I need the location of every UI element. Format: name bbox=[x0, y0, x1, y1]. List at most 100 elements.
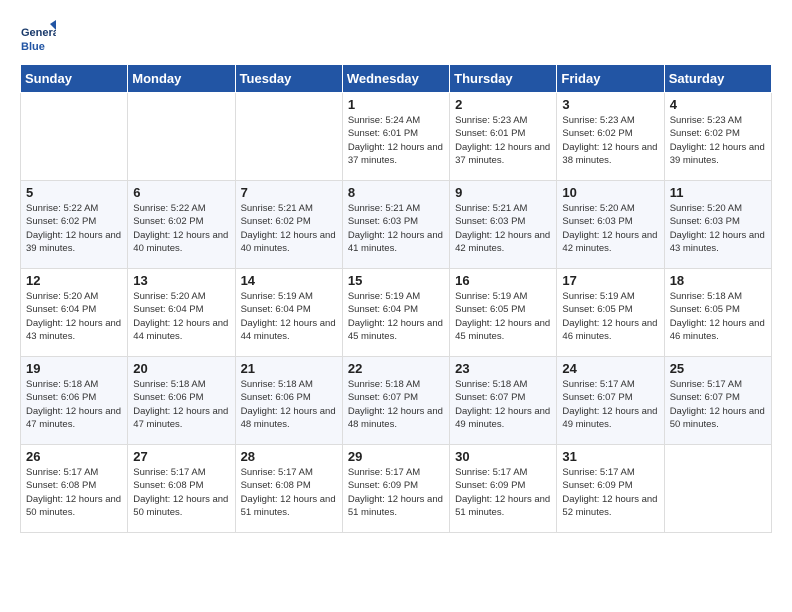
week-row-1: 5 Sunrise: 5:22 AM Sunset: 6:02 PM Daylig… bbox=[21, 181, 772, 269]
day-number: 12 bbox=[26, 273, 122, 288]
day-info: Sunrise: 5:18 AM Sunset: 6:07 PM Dayligh… bbox=[348, 378, 444, 431]
day-info: Sunrise: 5:17 AM Sunset: 6:09 PM Dayligh… bbox=[455, 466, 551, 519]
day-number: 7 bbox=[241, 185, 337, 200]
day-cell-12: 12Sunrise: 5:20 AM Sunset: 6:04 PM Dayli… bbox=[21, 269, 128, 357]
day-info: Sunrise: 5:20 AM Sunset: 6:03 PM Dayligh… bbox=[670, 202, 766, 255]
day-cell-19: 19Sunrise: 5:18 AM Sunset: 6:06 PM Dayli… bbox=[21, 357, 128, 445]
logo-svg: General Blue bbox=[20, 20, 56, 56]
day-info: Sunrise: 5:19 AM Sunset: 6:04 PM Dayligh… bbox=[241, 290, 337, 343]
day-cell-30: 30 Sunrise: 5:17 AM Sunset: 6:09 PM Dayli… bbox=[450, 445, 557, 533]
day-info: Sunrise: 5:23 AM Sunset: 6:02 PM Dayligh… bbox=[562, 114, 658, 167]
week-row-4: 26 Sunrise: 5:17 AM Sunset: 6:08 PM Dayli… bbox=[21, 445, 772, 533]
day-cell-29: 29 Sunrise: 5:17 AM Sunset: 6:09 PM Dayli… bbox=[342, 445, 449, 533]
day-info: Sunrise: 5:18 AM Sunset: 6:05 PM Dayligh… bbox=[670, 290, 766, 343]
day-number: 1 bbox=[348, 97, 444, 112]
day-info: Sunrise: 5:22 AM Sunset: 6:02 PM Dayligh… bbox=[26, 202, 122, 255]
day-cell-1: 1 Sunrise: 5:24 AM Sunset: 6:01 PM Daylig… bbox=[342, 93, 449, 181]
day-cell-20: 20 Sunrise: 5:18 AM Sunset: 6:06 PM Dayli… bbox=[128, 357, 235, 445]
day-number: 20 bbox=[133, 361, 229, 376]
day-cell-27: 27 Sunrise: 5:17 AM Sunset: 6:08 PM Dayli… bbox=[128, 445, 235, 533]
day-number: 9 bbox=[455, 185, 551, 200]
day-info: Sunrise: 5:21 AM Sunset: 6:02 PM Dayligh… bbox=[241, 202, 337, 255]
day-cell-31: 31 Sunrise: 5:17 AM Sunset: 6:09 PM Dayli… bbox=[557, 445, 664, 533]
day-info: Sunrise: 5:23 AM Sunset: 6:01 PM Dayligh… bbox=[455, 114, 551, 167]
day-cell-15: 15Sunrise: 5:19 AM Sunset: 6:04 PM Dayli… bbox=[342, 269, 449, 357]
day-info: Sunrise: 5:22 AM Sunset: 6:02 PM Dayligh… bbox=[133, 202, 229, 255]
day-number: 18 bbox=[670, 273, 766, 288]
header-wednesday: Wednesday bbox=[342, 65, 449, 93]
logo: General Blue bbox=[20, 20, 56, 56]
empty-cell bbox=[664, 445, 771, 533]
day-number: 31 bbox=[562, 449, 658, 464]
day-cell-28: 28Sunrise: 5:17 AM Sunset: 6:08 PM Dayli… bbox=[235, 445, 342, 533]
day-number: 30 bbox=[455, 449, 551, 464]
header-tuesday: Tuesday bbox=[235, 65, 342, 93]
day-cell-11: 11 Sunrise: 5:20 AM Sunset: 6:03 PM Dayli… bbox=[664, 181, 771, 269]
day-cell-23: 23 Sunrise: 5:18 AM Sunset: 6:07 PM Dayli… bbox=[450, 357, 557, 445]
day-cell-8: 8Sunrise: 5:21 AM Sunset: 6:03 PM Daylig… bbox=[342, 181, 449, 269]
calendar-table: SundayMondayTuesdayWednesdayThursdayFrid… bbox=[20, 64, 772, 533]
day-info: Sunrise: 5:19 AM Sunset: 6:04 PM Dayligh… bbox=[348, 290, 444, 343]
day-info: Sunrise: 5:17 AM Sunset: 6:09 PM Dayligh… bbox=[562, 466, 658, 519]
page-header: General Blue bbox=[20, 20, 772, 56]
day-info: Sunrise: 5:18 AM Sunset: 6:06 PM Dayligh… bbox=[241, 378, 337, 431]
day-cell-9: 9 Sunrise: 5:21 AM Sunset: 6:03 PM Daylig… bbox=[450, 181, 557, 269]
header-saturday: Saturday bbox=[664, 65, 771, 93]
day-cell-2: 2 Sunrise: 5:23 AM Sunset: 6:01 PM Daylig… bbox=[450, 93, 557, 181]
day-number: 21 bbox=[241, 361, 337, 376]
day-info: Sunrise: 5:20 AM Sunset: 6:04 PM Dayligh… bbox=[133, 290, 229, 343]
day-number: 23 bbox=[455, 361, 551, 376]
day-number: 24 bbox=[562, 361, 658, 376]
day-cell-4: 4Sunrise: 5:23 AM Sunset: 6:02 PM Daylig… bbox=[664, 93, 771, 181]
header-sunday: Sunday bbox=[21, 65, 128, 93]
day-number: 22 bbox=[348, 361, 444, 376]
svg-text:Blue: Blue bbox=[21, 41, 45, 53]
day-info: Sunrise: 5:19 AM Sunset: 6:05 PM Dayligh… bbox=[562, 290, 658, 343]
day-number: 10 bbox=[562, 185, 658, 200]
day-cell-3: 3Sunrise: 5:23 AM Sunset: 6:02 PM Daylig… bbox=[557, 93, 664, 181]
header-friday: Friday bbox=[557, 65, 664, 93]
header-thursday: Thursday bbox=[450, 65, 557, 93]
day-info: Sunrise: 5:17 AM Sunset: 6:08 PM Dayligh… bbox=[26, 466, 122, 519]
day-info: Sunrise: 5:17 AM Sunset: 6:07 PM Dayligh… bbox=[670, 378, 766, 431]
day-info: Sunrise: 5:20 AM Sunset: 6:03 PM Dayligh… bbox=[562, 202, 658, 255]
day-cell-25: 25Sunrise: 5:17 AM Sunset: 6:07 PM Dayli… bbox=[664, 357, 771, 445]
day-number: 13 bbox=[133, 273, 229, 288]
week-row-3: 19Sunrise: 5:18 AM Sunset: 6:06 PM Dayli… bbox=[21, 357, 772, 445]
day-number: 11 bbox=[670, 185, 766, 200]
day-number: 16 bbox=[455, 273, 551, 288]
day-info: Sunrise: 5:21 AM Sunset: 6:03 PM Dayligh… bbox=[455, 202, 551, 255]
empty-cell bbox=[21, 93, 128, 181]
week-row-2: 12 Sunrise: 5:20 AM Sunset: 6:04 PM Dayli… bbox=[21, 269, 772, 357]
day-number: 5 bbox=[26, 185, 122, 200]
svg-text:General: General bbox=[21, 27, 56, 39]
day-info: Sunrise: 5:17 AM Sunset: 6:09 PM Dayligh… bbox=[348, 466, 444, 519]
day-info: Sunrise: 5:17 AM Sunset: 6:08 PM Dayligh… bbox=[133, 466, 229, 519]
empty-cell bbox=[128, 93, 235, 181]
day-number: 26 bbox=[26, 449, 122, 464]
day-number: 17 bbox=[562, 273, 658, 288]
day-cell-17: 17 Sunrise: 5:19 AM Sunset: 6:05 PM Dayli… bbox=[557, 269, 664, 357]
day-info: Sunrise: 5:21 AM Sunset: 6:03 PM Dayligh… bbox=[348, 202, 444, 255]
day-info: Sunrise: 5:23 AM Sunset: 6:02 PM Dayligh… bbox=[670, 114, 766, 167]
day-info: Sunrise: 5:17 AM Sunset: 6:07 PM Dayligh… bbox=[562, 378, 658, 431]
day-number: 27 bbox=[133, 449, 229, 464]
empty-cell bbox=[235, 93, 342, 181]
day-cell-18: 18 Sunrise: 5:18 AM Sunset: 6:05 PM Dayli… bbox=[664, 269, 771, 357]
day-cell-7: 7 Sunrise: 5:21 AM Sunset: 6:02 PM Daylig… bbox=[235, 181, 342, 269]
day-info: Sunrise: 5:18 AM Sunset: 6:06 PM Dayligh… bbox=[133, 378, 229, 431]
day-number: 29 bbox=[348, 449, 444, 464]
day-cell-5: 5 Sunrise: 5:22 AM Sunset: 6:02 PM Daylig… bbox=[21, 181, 128, 269]
week-row-0: 1 Sunrise: 5:24 AM Sunset: 6:01 PM Daylig… bbox=[21, 93, 772, 181]
day-info: Sunrise: 5:24 AM Sunset: 6:01 PM Dayligh… bbox=[348, 114, 444, 167]
day-cell-26: 26 Sunrise: 5:17 AM Sunset: 6:08 PM Dayli… bbox=[21, 445, 128, 533]
day-cell-22: 22 Sunrise: 5:18 AM Sunset: 6:07 PM Dayli… bbox=[342, 357, 449, 445]
day-info: Sunrise: 5:19 AM Sunset: 6:05 PM Dayligh… bbox=[455, 290, 551, 343]
day-number: 14 bbox=[241, 273, 337, 288]
day-number: 2 bbox=[455, 97, 551, 112]
day-number: 6 bbox=[133, 185, 229, 200]
day-cell-24: 24 Sunrise: 5:17 AM Sunset: 6:07 PM Dayli… bbox=[557, 357, 664, 445]
day-info: Sunrise: 5:17 AM Sunset: 6:08 PM Dayligh… bbox=[241, 466, 337, 519]
day-info: Sunrise: 5:18 AM Sunset: 6:07 PM Dayligh… bbox=[455, 378, 551, 431]
day-cell-6: 6 Sunrise: 5:22 AM Sunset: 6:02 PM Daylig… bbox=[128, 181, 235, 269]
